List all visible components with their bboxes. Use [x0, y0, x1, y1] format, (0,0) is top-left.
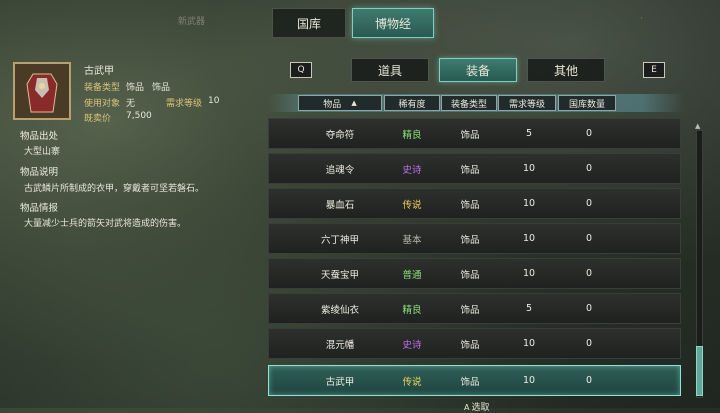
item-name: 古武甲 [84, 66, 114, 77]
subtab-items[interactable]: 道具 [351, 58, 429, 82]
treasury-count-cell: 0 [585, 128, 593, 139]
use-target-value: 无 [126, 99, 136, 109]
table-row[interactable]: 六丁神甲 基本 饰品 10 0 [268, 223, 681, 254]
treasury-count-cell: 0 [585, 375, 593, 386]
select-hint: A 选取 [464, 400, 490, 413]
info-title: 物品情报 [20, 203, 59, 214]
column-header-equip-type[interactable]: 装备类型 [441, 95, 497, 111]
treasury-count-cell: 0 [585, 198, 593, 209]
info-text: 大量减少士兵的箭矢对武将造成的伤害。 [24, 219, 187, 229]
description-text: 古武鳞片所制成的衣甲，穿戴者可坚若磐石。 [24, 184, 205, 194]
column-header-required-level[interactable]: 需求等级 [498, 95, 556, 111]
faded-corner-label-left: 新武器 [178, 17, 206, 27]
subtab-other[interactable]: 其他 [527, 58, 605, 82]
treasury-count-cell: 0 [585, 338, 593, 349]
required-level-label: 需求等级 [166, 99, 203, 109]
description-title: 物品说明 [20, 167, 59, 178]
sell-price-value: 7,500 [126, 111, 152, 121]
tab-treasury[interactable]: 国库 [272, 8, 346, 38]
sort-ascending-icon: ▲ [351, 99, 357, 107]
column-header-rarity[interactable]: 稀有度 [384, 95, 440, 111]
tab-museum[interactable]: 博物经 [352, 8, 434, 38]
equip-type-label: 装备类型 [84, 83, 121, 93]
prev-category-key[interactable]: Q [290, 62, 312, 78]
column-header-treasury-count[interactable]: 国库数量 [558, 95, 616, 111]
table-row[interactable]: 夺命符 精良 饰品 5 0 [268, 118, 681, 149]
treasury-count-cell: 0 [585, 303, 593, 314]
column-header-item-label: 物品 [323, 99, 342, 110]
required-level-value: 10 [208, 96, 220, 106]
item-portrait [13, 62, 71, 120]
sell-price-label: 既卖价 [84, 114, 112, 124]
equip-type-value-2: 饰品 [152, 83, 171, 93]
armor-icon [15, 64, 69, 118]
use-target-label: 使用对象 [84, 99, 121, 109]
faded-corner-label-right: · [640, 14, 643, 24]
table-row[interactable]: 天蚕宝甲 普通 饰品 10 0 [268, 258, 681, 289]
column-header-item[interactable]: 物品 ▲ [298, 95, 382, 111]
scroll-up-icon[interactable]: ▲ [695, 122, 700, 130]
equip-type-value: 饰品 [126, 83, 145, 93]
select-hint-label: 选取 [471, 403, 490, 413]
main-tab-bar: 国库 博物经 [272, 8, 434, 38]
treasury-count-cell: 0 [585, 163, 593, 174]
table-row[interactable]: 古武甲 传说 饰品 10 0 [268, 365, 681, 396]
origin-text: 大型山寨 [24, 147, 61, 157]
treasury-count-cell: 0 [585, 233, 593, 244]
table-row[interactable]: 追魂令 史诗 饰品 10 0 [268, 153, 681, 184]
next-category-key[interactable]: E [643, 62, 665, 78]
origin-title: 物品出处 [20, 131, 59, 142]
scrollbar-thumb[interactable] [696, 346, 703, 396]
subtab-equipment[interactable]: 装备 [439, 58, 517, 82]
treasury-count-cell: 0 [585, 268, 593, 279]
table-row[interactable]: 混元幡 史诗 饰品 10 0 [268, 328, 681, 359]
table-row[interactable]: 紫绫仙衣 精良 饰品 5 0 [268, 293, 681, 324]
table-row[interactable]: 暴血石 传说 饰品 10 0 [268, 188, 681, 219]
